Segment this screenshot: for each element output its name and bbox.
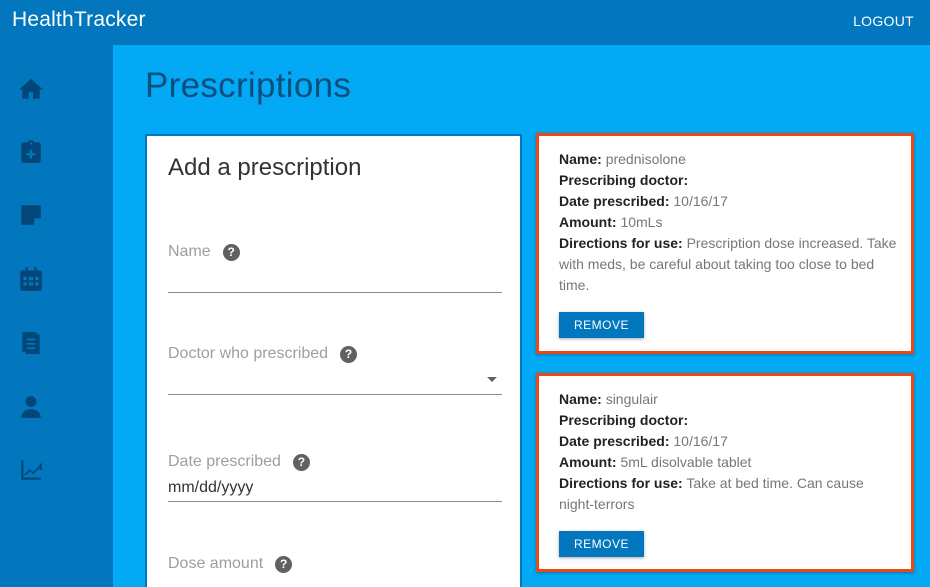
clipboard-plus-icon xyxy=(21,140,41,163)
help-icon[interactable]: ? xyxy=(340,345,358,363)
dose-field-label: Dose amount ? xyxy=(168,555,293,573)
sidebar-item-trends[interactable] xyxy=(0,448,62,492)
app-title: HealthTracker xyxy=(12,8,146,31)
add-prescription-form: Add a prescription Name ? Doctor who pre… xyxy=(145,134,522,587)
remove-button[interactable]: REMOVE xyxy=(559,531,644,557)
rx-date: Date prescribed: 10/16/17 xyxy=(559,433,728,449)
doctor-icon xyxy=(21,396,41,418)
rx-doctor: Prescribing doctor: xyxy=(559,412,689,428)
sidebar-item-notes[interactable] xyxy=(0,193,62,237)
rx-doctor: Prescribing doctor: xyxy=(559,172,689,188)
sidebar-item-calendar[interactable] xyxy=(0,257,62,301)
help-icon[interactable]: ? xyxy=(275,555,293,573)
name-field-underline xyxy=(168,292,502,293)
sidebar xyxy=(0,45,113,587)
prescription-card: Name: singulair Prescribing doctor: Date… xyxy=(536,373,914,572)
note-icon xyxy=(21,205,41,225)
date-field-label: Date prescribed ? xyxy=(168,453,310,471)
remove-button[interactable]: REMOVE xyxy=(559,312,644,338)
form-title: Add a prescription xyxy=(168,154,362,181)
name-field-label: Name ? xyxy=(168,243,240,261)
trending-up-icon xyxy=(21,460,42,480)
rx-directions: Directions for use: Take at bed time. Ca… xyxy=(559,475,864,512)
chevron-down-icon[interactable] xyxy=(487,377,497,382)
page-title: Prescriptions xyxy=(145,66,352,105)
name-input[interactable] xyxy=(168,265,502,291)
sidebar-item-records[interactable] xyxy=(0,321,62,365)
rx-amount: Amount: 5mL disolvable tablet xyxy=(559,454,752,470)
rx-directions: Directions for use: Prescription dose in… xyxy=(559,235,897,293)
sidebar-item-home[interactable] xyxy=(0,67,62,111)
logout-button[interactable]: LOGOUT xyxy=(853,13,914,29)
prescription-card: Name: prednisolone Prescribing doctor: D… xyxy=(536,133,914,354)
rx-date: Date prescribed: 10/16/17 xyxy=(559,193,728,209)
app-header: HealthTracker LOGOUT xyxy=(0,0,930,45)
help-icon[interactable]: ? xyxy=(292,453,310,471)
date-field-underline xyxy=(168,501,502,502)
home-icon xyxy=(19,78,43,99)
dose-label-text: Dose amount xyxy=(168,555,264,572)
date-label-text: Date prescribed xyxy=(168,453,281,470)
doctor-select[interactable] xyxy=(168,367,502,393)
doctor-field-label: Doctor who prescribed ? xyxy=(168,345,358,363)
doctor-field-underline xyxy=(168,394,502,395)
rx-amount: Amount: 10mLs xyxy=(559,214,663,230)
calendar-icon xyxy=(20,267,42,291)
name-label-text: Name xyxy=(168,243,211,260)
rx-name: Name: singulair xyxy=(559,391,658,407)
help-icon[interactable]: ? xyxy=(222,243,240,261)
sidebar-item-doctors[interactable] xyxy=(0,385,62,429)
document-icon xyxy=(22,332,40,354)
sidebar-item-prescriptions[interactable] xyxy=(0,130,62,174)
rx-name: Name: prednisolone xyxy=(559,151,686,167)
doctor-label-text: Doctor who prescribed xyxy=(168,345,329,362)
